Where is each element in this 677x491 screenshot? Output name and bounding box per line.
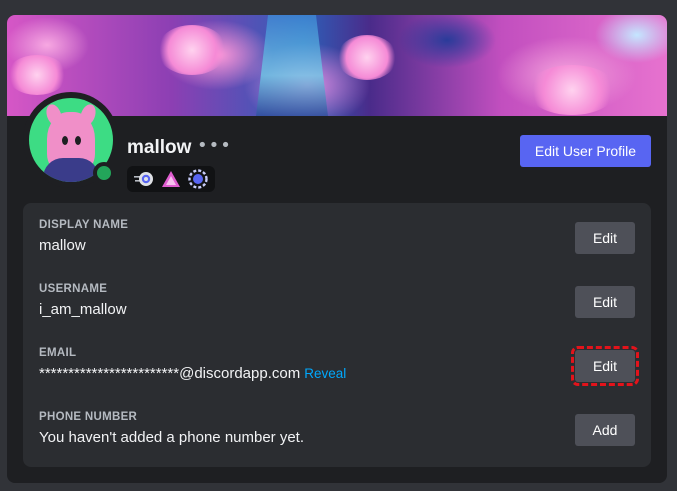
account-info-panel: DISPLAY NAME mallow Edit USERNAME i_am_m… bbox=[23, 203, 651, 467]
email-masked: ************************@discordapp.com bbox=[39, 365, 301, 382]
field-display-name: DISPLAY NAME mallow bbox=[39, 219, 639, 267]
field-label: USERNAME bbox=[39, 283, 108, 295]
add-phone-number-button[interactable]: Add bbox=[575, 414, 635, 446]
field-username: USERNAME i_am_mallow bbox=[39, 283, 639, 331]
field-label: PHONE NUMBER bbox=[39, 411, 138, 423]
banner-tower-art bbox=[256, 15, 328, 116]
profile-name: mallow bbox=[127, 137, 192, 158]
banner-blossom bbox=[337, 35, 397, 80]
banner-blossom bbox=[527, 65, 617, 115]
avatar-eye bbox=[62, 136, 68, 145]
edit-email-button[interactable]: Edit bbox=[571, 346, 639, 386]
avatar-shirt bbox=[43, 158, 99, 182]
avatar-eye bbox=[75, 136, 81, 145]
banner-blossom bbox=[7, 55, 67, 95]
field-email: EMAIL ************************@discordap… bbox=[39, 347, 639, 395]
profile-banner bbox=[7, 15, 667, 116]
badge-list bbox=[127, 166, 215, 192]
field-phone-number: PHONE NUMBER You haven't added a phone n… bbox=[39, 411, 639, 459]
field-label: EMAIL bbox=[39, 347, 77, 359]
more-options-icon[interactable]: ••• bbox=[197, 136, 231, 156]
online-status-icon bbox=[93, 162, 115, 184]
account-card: mallow ••• Edit User Profile DISPLAY NAM… bbox=[7, 15, 667, 483]
nitro-icon[interactable] bbox=[134, 169, 154, 189]
field-label: DISPLAY NAME bbox=[39, 219, 129, 231]
reveal-email-link[interactable]: Reveal bbox=[304, 366, 346, 381]
field-value: mallow bbox=[39, 237, 86, 254]
edit-user-profile-button[interactable]: Edit User Profile bbox=[520, 135, 651, 167]
quest-badge-icon[interactable] bbox=[188, 169, 208, 189]
hypesquad-balance-icon[interactable] bbox=[161, 169, 181, 189]
field-value: ************************@discordapp.com R… bbox=[39, 365, 346, 382]
field-value: You haven't added a phone number yet. bbox=[39, 429, 305, 446]
banner-blossom bbox=[157, 25, 227, 75]
edit-display-name-button[interactable]: Edit bbox=[575, 222, 635, 254]
edit-username-button[interactable]: Edit bbox=[575, 286, 635, 318]
field-value: i_am_mallow bbox=[39, 301, 127, 318]
avatar[interactable] bbox=[23, 92, 119, 188]
